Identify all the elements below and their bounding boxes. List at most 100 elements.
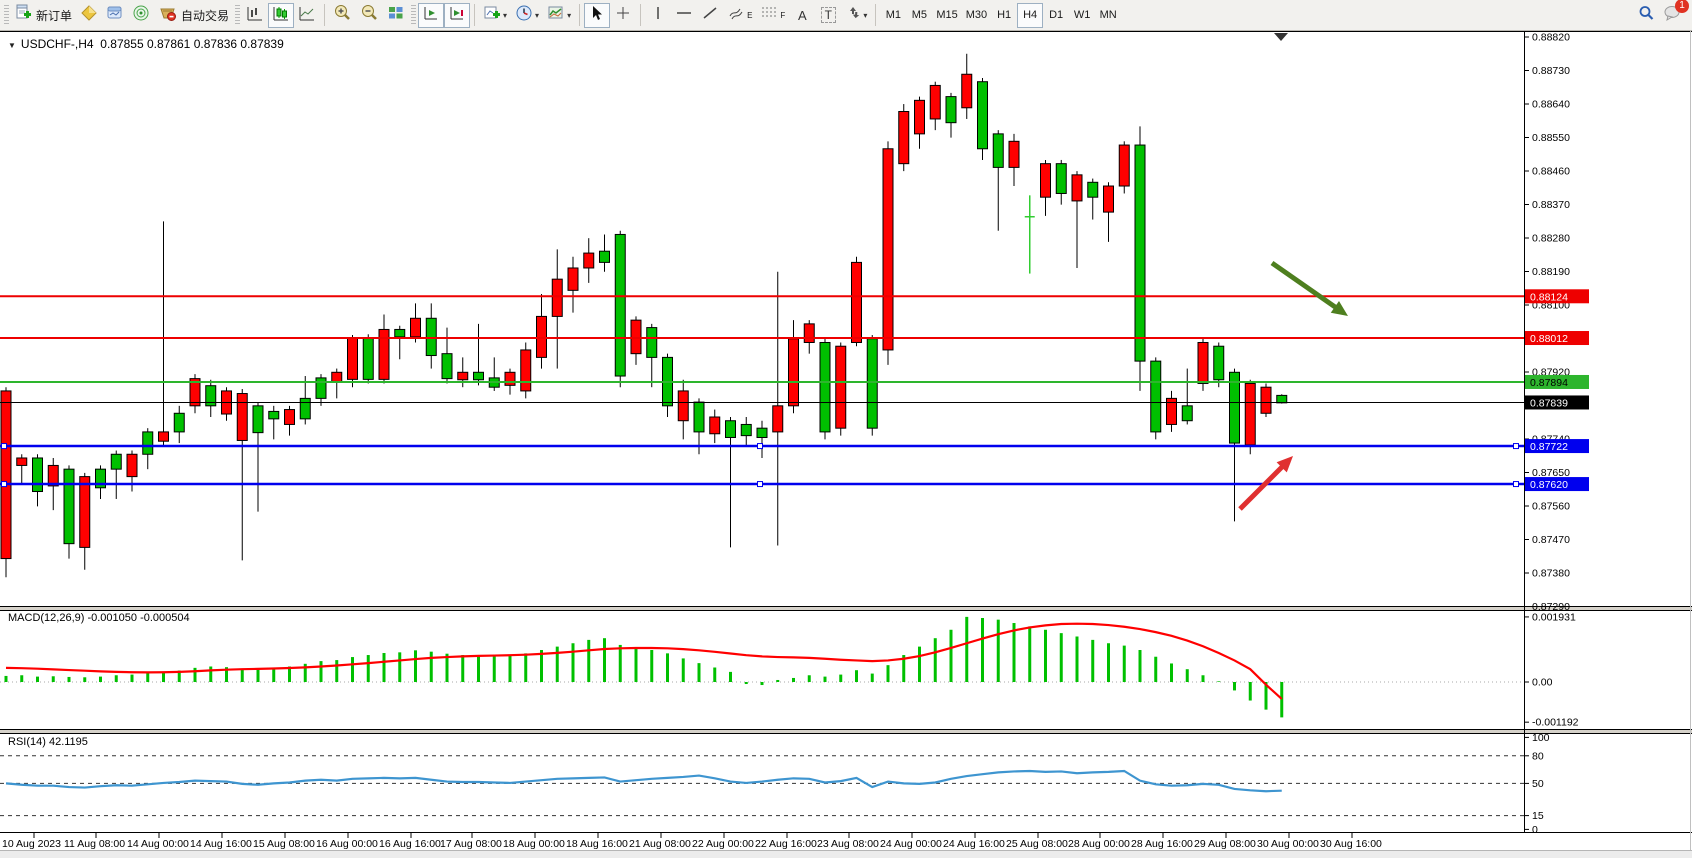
candle	[174, 413, 184, 432]
cursor-tool-button[interactable]	[584, 3, 610, 28]
candle	[915, 100, 925, 134]
candle	[836, 346, 846, 428]
time-axis-label: 16 Aug 00:00	[316, 838, 378, 850]
candle	[1198, 342, 1208, 383]
toolbar-grip[interactable]	[235, 5, 240, 25]
candle	[505, 372, 515, 385]
chevron-down-icon: ▾	[567, 11, 571, 20]
timeframe-w1[interactable]: W1	[1069, 3, 1095, 28]
candle	[694, 402, 704, 432]
line-handle[interactable]	[2, 482, 7, 487]
timeframe-h4[interactable]: H4	[1017, 3, 1043, 28]
main-toolbar: 新订单 自动交易	[0, 0, 1692, 31]
line-handle[interactable]	[758, 482, 763, 487]
candle	[33, 458, 43, 492]
arrows-tool-dropdown[interactable]: ▾	[841, 3, 871, 28]
timeframe-label: M1	[886, 9, 901, 21]
candlestick-chart-button[interactable]	[268, 3, 294, 28]
candle	[584, 253, 594, 268]
vertical-line-tool[interactable]	[645, 3, 671, 28]
horizontal-scrollbar[interactable]	[0, 851, 1692, 858]
candle	[285, 410, 295, 425]
candle	[1, 391, 11, 559]
line-handle[interactable]	[758, 444, 763, 449]
toolbar-grip[interactable]	[411, 5, 416, 25]
zoom-in-button[interactable]	[329, 3, 356, 28]
candle	[930, 85, 940, 119]
time-axis-label: 28 Aug 00:00	[1068, 838, 1130, 850]
equidistant-channel-tool[interactable]: E	[723, 3, 756, 28]
price-level-badge-label: 0.88124	[1530, 291, 1568, 303]
profiles-button[interactable]	[76, 3, 102, 28]
line-handle[interactable]	[1514, 482, 1519, 487]
toolbar-grip[interactable]	[4, 5, 9, 25]
horizontal-line-tool[interactable]	[671, 3, 697, 28]
price-level-badge-label: 0.88012	[1530, 333, 1568, 345]
candle	[615, 234, 625, 376]
timeframe-m1[interactable]: M1	[880, 3, 906, 28]
timeframe-label: D1	[1049, 9, 1063, 21]
text-tool-label: A	[798, 8, 807, 23]
candle	[1104, 186, 1114, 212]
timeframe-m15[interactable]: M15	[932, 3, 961, 28]
candle	[1009, 141, 1019, 167]
time-axis-label: 30 Aug 00:00	[1257, 838, 1319, 850]
candle	[883, 149, 893, 350]
time-axis-label: 14 Aug 00:00	[127, 838, 189, 850]
candle	[458, 372, 468, 379]
time-axis-label: 17 Aug 08:00	[440, 838, 502, 850]
candle	[820, 342, 830, 431]
price-axis-label: 0.88820	[1532, 32, 1570, 44]
candle	[978, 82, 988, 149]
candle	[757, 428, 767, 437]
candle	[1041, 164, 1051, 198]
text-label-tool[interactable]: T	[815, 3, 841, 28]
candlestick-chart-icon	[272, 4, 290, 27]
toolbar-separator	[875, 4, 876, 26]
candle	[726, 421, 736, 438]
search-icon	[1637, 4, 1655, 27]
candle	[474, 372, 484, 379]
trendline-tool[interactable]	[697, 3, 723, 28]
line-handle[interactable]	[2, 444, 7, 449]
indicators-dropdown[interactable]: ▾	[479, 3, 511, 28]
template-icon	[547, 4, 565, 27]
periods-dropdown[interactable]: ▾	[511, 3, 543, 28]
macd-axis-label: 0.00	[1532, 677, 1553, 689]
text-tool[interactable]: A	[789, 3, 815, 28]
line-handle[interactable]	[1514, 444, 1519, 449]
search-button[interactable]	[1633, 3, 1659, 28]
channel-icon	[727, 4, 747, 27]
chart-shift-icon	[448, 4, 466, 27]
chart-canvas[interactable]: 0.888200.887300.886400.885500.884600.883…	[0, 0, 1692, 858]
timeframe-mn[interactable]: MN	[1095, 3, 1121, 28]
price-axis-label: 0.88730	[1532, 65, 1570, 77]
crosshair-tool-button[interactable]	[610, 3, 636, 28]
timeframe-m5[interactable]: M5	[906, 3, 932, 28]
candle	[568, 268, 578, 290]
notifications-button[interactable]: 1	[1659, 3, 1686, 28]
timeframe-h1[interactable]: H1	[991, 3, 1017, 28]
line-chart-button[interactable]	[294, 3, 320, 28]
zoom-out-button[interactable]	[356, 3, 383, 28]
chart-shift-button[interactable]	[444, 3, 470, 28]
candle	[552, 279, 562, 316]
auto-scroll-button[interactable]	[418, 3, 444, 28]
candle	[946, 97, 956, 123]
tile-windows-button[interactable]	[383, 3, 409, 28]
fibonacci-tool[interactable]: F	[756, 3, 789, 28]
new-order-button[interactable]: 新订单	[11, 3, 76, 28]
timeframe-m30[interactable]: M30	[962, 3, 991, 28]
candle	[1261, 387, 1271, 413]
trendline-icon	[701, 5, 719, 26]
bar-chart-button[interactable]	[242, 3, 268, 28]
market-watch-button[interactable]	[102, 3, 128, 28]
auto-trading-button[interactable]: 自动交易	[154, 3, 233, 28]
timeframe-d1[interactable]: D1	[1043, 3, 1069, 28]
candle	[773, 406, 783, 432]
candle	[300, 398, 310, 418]
candle	[710, 417, 720, 434]
navigator-button[interactable]	[128, 3, 154, 28]
templates-dropdown[interactable]: ▾	[543, 3, 575, 28]
tile-windows-icon	[387, 4, 405, 27]
